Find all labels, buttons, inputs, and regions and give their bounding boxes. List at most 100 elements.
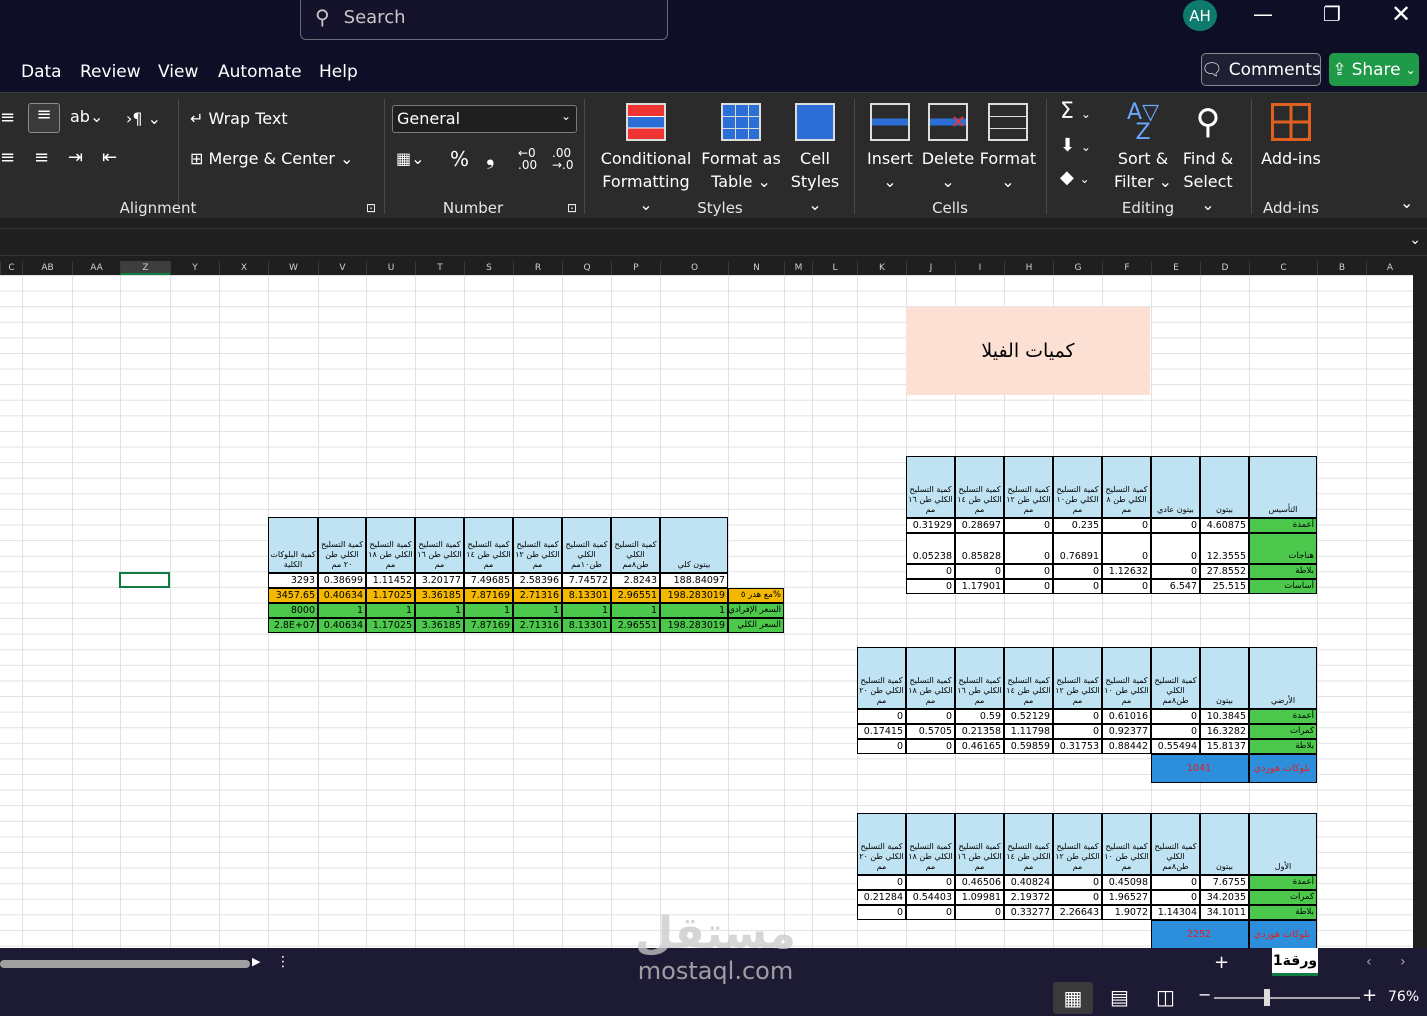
table-cell[interactable]: 2.8243: [611, 573, 660, 588]
table-header[interactable]: كمية التسليح الكلي طن ٢٠ مم: [318, 517, 366, 573]
table-cell[interactable]: 0: [1102, 579, 1151, 594]
table-cell[interactable]: 0: [1053, 579, 1102, 594]
table-cell[interactable]: 3.36185: [415, 618, 464, 633]
add-ins-button[interactable]: Add-ins: [1258, 103, 1324, 170]
avatar[interactable]: AH: [1183, 0, 1217, 31]
decrease-decimal-icon[interactable]: .00 →.0: [552, 147, 574, 171]
table-header[interactable]: كمية التسليح الكلي طن ١٨ مم: [906, 813, 955, 875]
table-cell[interactable]: 1: [660, 603, 728, 618]
table-cell[interactable]: 0: [906, 579, 955, 594]
table-cell[interactable]: 0.46165: [955, 739, 1004, 754]
clear-icon[interactable]: ◆ ⌄: [1060, 167, 1090, 188]
blocks-label[interactable]: بلوكات هوردي: [1249, 920, 1317, 948]
table-cell[interactable]: 0: [1053, 709, 1102, 724]
table-cell[interactable]: 3293: [268, 573, 318, 588]
table-cell[interactable]: 1: [611, 603, 660, 618]
table-cell[interactable]: 0.40824: [1004, 875, 1053, 890]
blocks-value[interactable]: 2252: [1151, 920, 1249, 948]
next-sheet-icon[interactable]: ›: [1400, 954, 1406, 970]
table-cell[interactable]: 7.87169: [464, 618, 513, 633]
column-header[interactable]: H: [1004, 261, 1053, 275]
table-cell[interactable]: 0.31929: [906, 518, 955, 533]
zoom-out-icon[interactable]: −: [1198, 985, 1211, 1004]
table-header[interactable]: كمية التسليح الكلي طن ١٤ مم: [464, 517, 513, 573]
table-cell[interactable]: 1: [562, 603, 611, 618]
table-cell[interactable]: 7.74572: [562, 573, 611, 588]
column-header[interactable]: A: [1366, 261, 1413, 275]
table-cell[interactable]: 0.28697: [955, 518, 1004, 533]
table-header[interactable]: كمية التسليح الكلي طن ١٦ مم: [955, 813, 1004, 875]
selected-cell[interactable]: [119, 572, 170, 588]
table-cell[interactable]: 0: [906, 739, 955, 754]
table-cell[interactable]: 0: [1151, 518, 1200, 533]
table-cell[interactable]: 34.1011: [1200, 905, 1249, 920]
table-header[interactable]: كمية التسليح الكلي طن ١٨ مم: [906, 647, 955, 709]
table-header[interactable]: كمية التسليح الكلي طن٨مم: [1151, 813, 1200, 875]
table-header[interactable]: كمية التسليح الكلي طن١٠ مم: [1053, 456, 1102, 518]
search-box[interactable]: ⚲ Search: [300, 0, 668, 40]
table-cell[interactable]: 0: [857, 739, 906, 754]
more-options-icon[interactable]: ⋮: [276, 954, 290, 970]
row-label[interactable]: بلاطة: [1249, 739, 1317, 754]
table-cell[interactable]: 0.92377: [1102, 724, 1151, 739]
table-cell[interactable]: 0.40634: [318, 618, 366, 633]
fill-icon[interactable]: ⬇ ⌄: [1060, 135, 1091, 156]
table-cell[interactable]: 0: [857, 905, 906, 920]
table-header[interactable]: كمية التسليح الكلي طن٨مم: [611, 517, 660, 573]
table-cell[interactable]: 1.14304: [1151, 905, 1200, 920]
table-cell[interactable]: 1: [415, 603, 464, 618]
blocks-label[interactable]: بلوكات هوردي: [1249, 754, 1317, 783]
table-cell[interactable]: 8.13301: [562, 618, 611, 633]
number-launcher-icon[interactable]: ⊡: [567, 201, 577, 215]
table-cell[interactable]: 1.96527: [1102, 890, 1151, 905]
row-label[interactable]: مع هدر ٥%: [728, 588, 784, 603]
table-header[interactable]: كمية التسليح الكلي طن ١٨ مم: [366, 517, 415, 573]
minimize-icon[interactable]: —: [1248, 2, 1278, 26]
table-cell[interactable]: 3.20177: [415, 573, 464, 588]
table-cell[interactable]: 15.8137: [1200, 739, 1249, 754]
table-cell[interactable]: 0.85828: [955, 533, 1004, 564]
align-bottom-icon[interactable]: ≡: [28, 103, 60, 133]
row-label[interactable]: أساسات: [1249, 579, 1317, 594]
table-cell[interactable]: 0: [906, 564, 955, 579]
row-label[interactable]: السعر الإفرادي: [728, 603, 784, 618]
align-right-icon[interactable]: ≡: [34, 147, 49, 168]
table-header[interactable]: كمية التسليح الكلي طن ١٤ مم: [1004, 647, 1053, 709]
table-cell[interactable]: 2.58396: [513, 573, 562, 588]
table-cell[interactable]: 2.19372: [1004, 890, 1053, 905]
normal-view-icon[interactable]: ▦: [1053, 982, 1093, 1014]
orientation-icon[interactable]: ab⌄: [70, 107, 103, 126]
table-header[interactable]: الأول: [1249, 813, 1317, 875]
column-header[interactable]: F: [1102, 261, 1151, 275]
table-cell[interactable]: 0.59859: [1004, 739, 1053, 754]
table-cell[interactable]: 6.547: [1151, 579, 1200, 594]
table-cell[interactable]: 2.71316: [513, 618, 562, 633]
format-button[interactable]: Format ⌄: [978, 103, 1038, 193]
table-cell[interactable]: 0: [1151, 890, 1200, 905]
table-cell[interactable]: 0: [1102, 533, 1151, 564]
table-header[interactable]: كمية التسليح الكلي طن ١٢ مم: [1004, 456, 1053, 518]
table-cell[interactable]: 1: [366, 603, 415, 618]
table-cell[interactable]: 0: [906, 905, 955, 920]
table-cell[interactable]: 0: [906, 709, 955, 724]
column-header[interactable]: AB: [22, 261, 72, 275]
row-label[interactable]: بلاطة: [1249, 905, 1317, 920]
align-center-icon[interactable]: ≡: [0, 147, 15, 168]
table-cell[interactable]: 0.52129: [1004, 709, 1053, 724]
column-header[interactable]: Y: [170, 261, 219, 275]
column-header[interactable]: L: [812, 261, 857, 275]
table-cell[interactable]: 0: [1053, 875, 1102, 890]
prev-sheet-icon[interactable]: ‹: [1366, 954, 1372, 970]
table-header[interactable]: كمية التسليح الكلي طن١٠مم: [562, 517, 611, 573]
table-cell[interactable]: 0.40634: [318, 588, 366, 603]
table-cell[interactable]: 0: [1053, 890, 1102, 905]
table-header[interactable]: كمية التسليح الكلي طن ١٢ مم: [513, 517, 562, 573]
column-header[interactable]: AA: [72, 261, 120, 275]
table-cell[interactable]: 1.17901: [955, 579, 1004, 594]
table-cell[interactable]: 0.61016: [1102, 709, 1151, 724]
conditional-formatting-button[interactable]: Conditional Formatting ⌄: [594, 103, 698, 216]
table-header[interactable]: كمية التسليح الكلي طن ٨ مم: [1102, 456, 1151, 518]
table-cell[interactable]: 0: [1102, 518, 1151, 533]
merge-center-button[interactable]: ⊞ Merge & Center ⌄: [190, 149, 353, 168]
table-header[interactable]: كمية التسليح الكلي طن ١٤ مم: [1004, 813, 1053, 875]
